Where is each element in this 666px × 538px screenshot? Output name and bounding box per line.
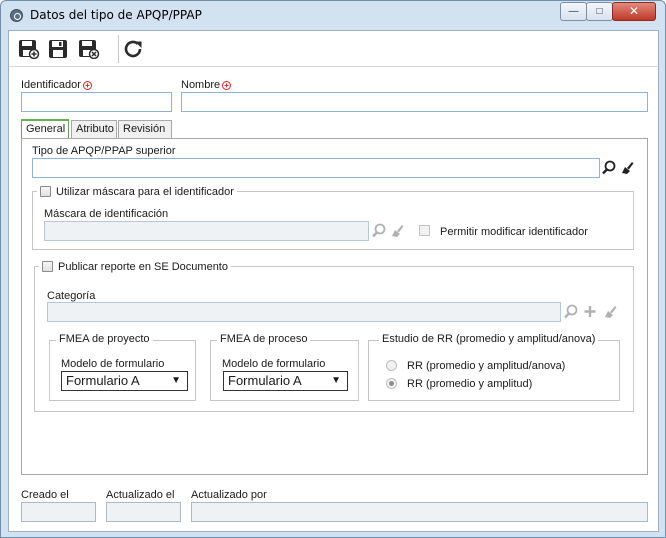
fmea-proceso-select-value: Formulario A [228, 373, 302, 388]
tab-revision[interactable]: Revisión [118, 120, 172, 138]
search-button[interactable] [600, 158, 618, 178]
save-button[interactable] [48, 39, 70, 59]
dropdown-arrow-icon: ▼ [171, 375, 181, 386]
rr-amplitud-radio[interactable] [386, 378, 397, 389]
mascara-search-button[interactable] [370, 221, 388, 241]
identificador-label: Identificador + [21, 79, 92, 91]
eraser-icon [392, 225, 404, 237]
mascara-label: Máscara de identificación [44, 208, 169, 220]
publicar-group-label: Publicar reporte en SE Documento [58, 261, 228, 273]
search-icon [564, 304, 578, 319]
save-plus-icon [19, 40, 40, 60]
rr-anova-label: RR (promedio y amplitud/anova) [407, 360, 566, 372]
tab-general[interactable]: General [21, 119, 69, 139]
refresh-icon [124, 40, 142, 58]
permitir-label: Permitir modificar identificador [440, 226, 588, 238]
publicar-group-header: Publicar reporte en SE Documento [39, 259, 231, 273]
nombre-label-text: Nombre [181, 79, 221, 91]
nombre-input[interactable] [181, 92, 648, 112]
fmea-proyecto-select[interactable]: Formulario A ▼ [61, 371, 188, 391]
close-button[interactable]: ✕ [612, 2, 656, 21]
actualizado-por-field [191, 502, 648, 522]
tipo-superior-label: Tipo de APQP/PPAP superior [32, 145, 176, 157]
actualizado-por-label: Actualizado por [191, 489, 267, 501]
fmea-proyecto-modelo-label: Modelo de formulario [61, 358, 165, 370]
fmea-proyecto-select-value: Formulario A [66, 373, 140, 388]
save-icon [49, 40, 67, 58]
categoria-label: Categoría [47, 290, 96, 302]
window-title: Datos del tipo de APQP/PPAP [30, 8, 202, 22]
publicar-group: Publicar reporte en SE Documento Categor… [34, 259, 634, 412]
refresh-button[interactable] [123, 39, 145, 59]
actualizado-field [106, 502, 181, 522]
mascara-checkbox[interactable] [40, 186, 51, 197]
required-icon: + [82, 81, 92, 90]
fmea-proceso-group: FMEA de proceso Modelo de formulario For… [210, 333, 359, 401]
fmea-proceso-select[interactable]: Formulario A ▼ [223, 371, 348, 391]
categoria-input[interactable] [47, 302, 561, 322]
publicar-checkbox[interactable] [42, 261, 53, 272]
search-icon [602, 160, 616, 175]
permitir-checkbox[interactable] [419, 225, 430, 236]
estudio-rr-title: Estudio de RR (promedio y amplitud/anova… [379, 333, 599, 345]
mascara-clear-button[interactable] [388, 221, 406, 241]
plus-icon [584, 306, 596, 317]
save-close-icon [79, 40, 100, 60]
actualizado-label: Actualizado el [106, 489, 175, 501]
categoria-clear-button[interactable] [601, 302, 619, 322]
toolbar-separator [118, 35, 119, 63]
mascara-group: Utilizar máscara para el identificador M… [32, 184, 634, 250]
fmea-proceso-title: FMEA de proceso [217, 333, 311, 345]
identificador-input[interactable] [21, 92, 172, 112]
estudio-rr-group: Estudio de RR (promedio y amplitud/anova… [368, 333, 620, 401]
fmea-proceso-modelo-label: Modelo de formulario [222, 358, 326, 370]
mascara-input[interactable] [44, 221, 369, 241]
search-icon [372, 223, 386, 238]
toolbar [9, 31, 658, 67]
clear-button[interactable] [618, 158, 636, 178]
mascara-group-label: Utilizar máscara para el identificador [56, 186, 234, 198]
maximize-button[interactable]: □ [586, 2, 613, 21]
creado-label: Creado el [21, 489, 69, 501]
categoria-search-button[interactable] [562, 302, 580, 322]
dropdown-arrow-icon: ▼ [331, 375, 341, 386]
app-globe-icon [10, 9, 23, 22]
dialog-window: Datos del tipo de APQP/PPAP — □ ✕ Identi… [0, 0, 666, 538]
tab-atributo[interactable]: Atributo [71, 120, 117, 138]
tipo-superior-input[interactable] [32, 158, 600, 178]
save-close-button[interactable] [78, 39, 100, 60]
mascara-group-header: Utilizar máscara para el identificador [37, 184, 237, 198]
dialog-content: Identificador + Nombre + General Atributo … [8, 30, 659, 532]
nombre-label: Nombre + [181, 79, 232, 91]
title-bar[interactable]: Datos del tipo de APQP/PPAP — □ ✕ [1, 1, 665, 30]
save-new-button[interactable] [18, 39, 40, 60]
creado-field [21, 502, 96, 522]
fmea-proyecto-group: FMEA de proyecto Modelo de formulario Fo… [49, 333, 196, 401]
eraser-icon [622, 162, 634, 174]
general-tab-panel: Tipo de APQP/PPAP superior Utilizar másc… [21, 138, 648, 475]
rr-amplitud-label: RR (promedio y amplitud) [407, 378, 533, 390]
required-icon: + [222, 81, 232, 90]
categoria-add-button[interactable] [581, 302, 599, 322]
fmea-proyecto-title: FMEA de proyecto [56, 333, 153, 345]
rr-anova-radio[interactable] [386, 360, 397, 371]
eraser-icon [605, 306, 617, 318]
minimize-button[interactable]: — [560, 2, 587, 21]
identificador-label-text: Identificador [21, 79, 81, 91]
